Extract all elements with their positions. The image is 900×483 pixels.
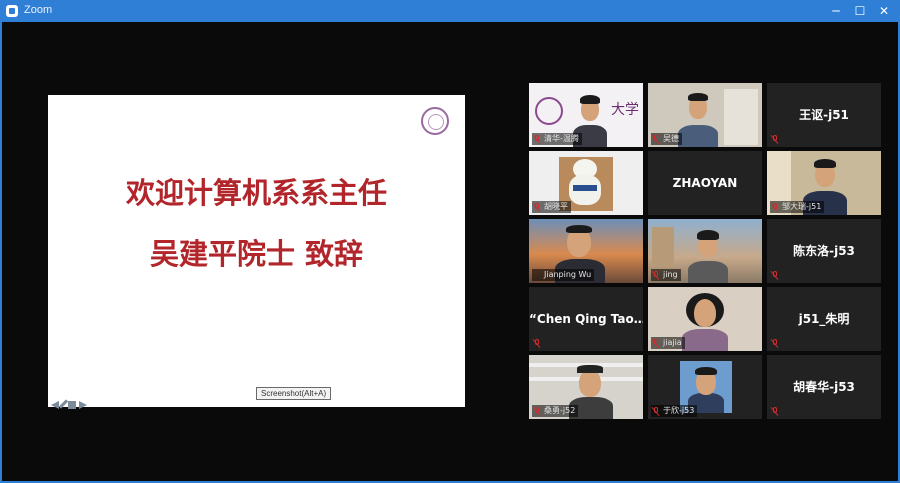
muted-mic-icon (533, 135, 541, 144)
muted-mic-icon (533, 339, 541, 348)
participant-tile[interactable]: 邹大瑞-j51 (767, 151, 881, 215)
participant-tile[interactable]: jing (648, 219, 762, 283)
slide-line-2: 吴建平院士 致辞 (149, 237, 364, 271)
participant-tile[interactable]: 胡晓平 (529, 151, 643, 215)
window-title: Zoom (24, 4, 53, 16)
participant-name: 胡春华-j53 (793, 380, 855, 394)
muted-mic-icon (771, 135, 779, 144)
participant-tile-active-speaker[interactable]: Jianping Wu (529, 219, 643, 283)
muted-mic-icon (652, 407, 660, 416)
participant-tile[interactable]: j51_朱明 (767, 287, 881, 351)
participant-tile[interactable]: 桑勇-j52 (529, 355, 643, 419)
participant-tile[interactable]: 大学 清华-温腾 (529, 83, 643, 147)
participant-tile[interactable]: jiajia (648, 287, 762, 351)
muted-mic-icon (533, 407, 541, 416)
muted-mic-icon (652, 271, 660, 280)
title-bar: Zoom ─ ☐ ✕ (0, 0, 900, 22)
participant-gallery: 大学 清华-温腾 吴德 王讴-j51 胡晓平 ZHAOYAN 邹大瑞-j51 J… (529, 83, 881, 420)
slide-toolbar (51, 394, 99, 409)
participant-tile[interactable]: 王讴-j51 (767, 83, 881, 147)
participant-tile[interactable]: ZHAOYAN (648, 151, 762, 215)
screenshot-tooltip: Screenshot(Alt+A) (256, 387, 332, 400)
zoom-app-icon (6, 5, 18, 17)
participant-tile[interactable]: “Chen Qing Tao… (529, 287, 643, 351)
participant-name: 王讴-j51 (799, 108, 849, 122)
participant-tile[interactable]: 吴德 (648, 83, 762, 147)
slides-icon[interactable] (68, 401, 76, 409)
participant-name: ZHAOYAN (672, 176, 738, 190)
close-button[interactable]: ✕ (873, 2, 895, 20)
muted-mic-icon (652, 135, 660, 144)
muted-mic-icon (771, 203, 779, 212)
slide-line-1: 欢迎计算机系系主任 (125, 176, 387, 210)
muted-mic-icon (771, 271, 779, 280)
participant-name: j51_朱明 (798, 312, 850, 326)
muted-mic-icon (533, 203, 541, 212)
muted-mic-icon (771, 407, 779, 416)
muted-mic-icon (771, 339, 779, 348)
shared-screen: 欢迎计算机系系主任 吴建平院士 致辞 Screenshot(Alt+A) (48, 95, 465, 409)
university-seal-logo (421, 107, 449, 135)
participant-name: 陈东洛-j53 (793, 244, 855, 258)
participant-name: Jianping Wu (532, 269, 595, 281)
minimize-button[interactable]: ─ (825, 2, 847, 20)
participant-tile[interactable]: 陈东洛-j53 (767, 219, 881, 283)
muted-mic-icon (652, 339, 660, 348)
participant-name: “Chen Qing Tao… (529, 312, 643, 326)
participant-tile[interactable]: 胡春华-j53 (767, 355, 881, 419)
participant-tile[interactable]: 于欣-j53 (648, 355, 762, 419)
maximize-button[interactable]: ☐ (849, 2, 871, 20)
